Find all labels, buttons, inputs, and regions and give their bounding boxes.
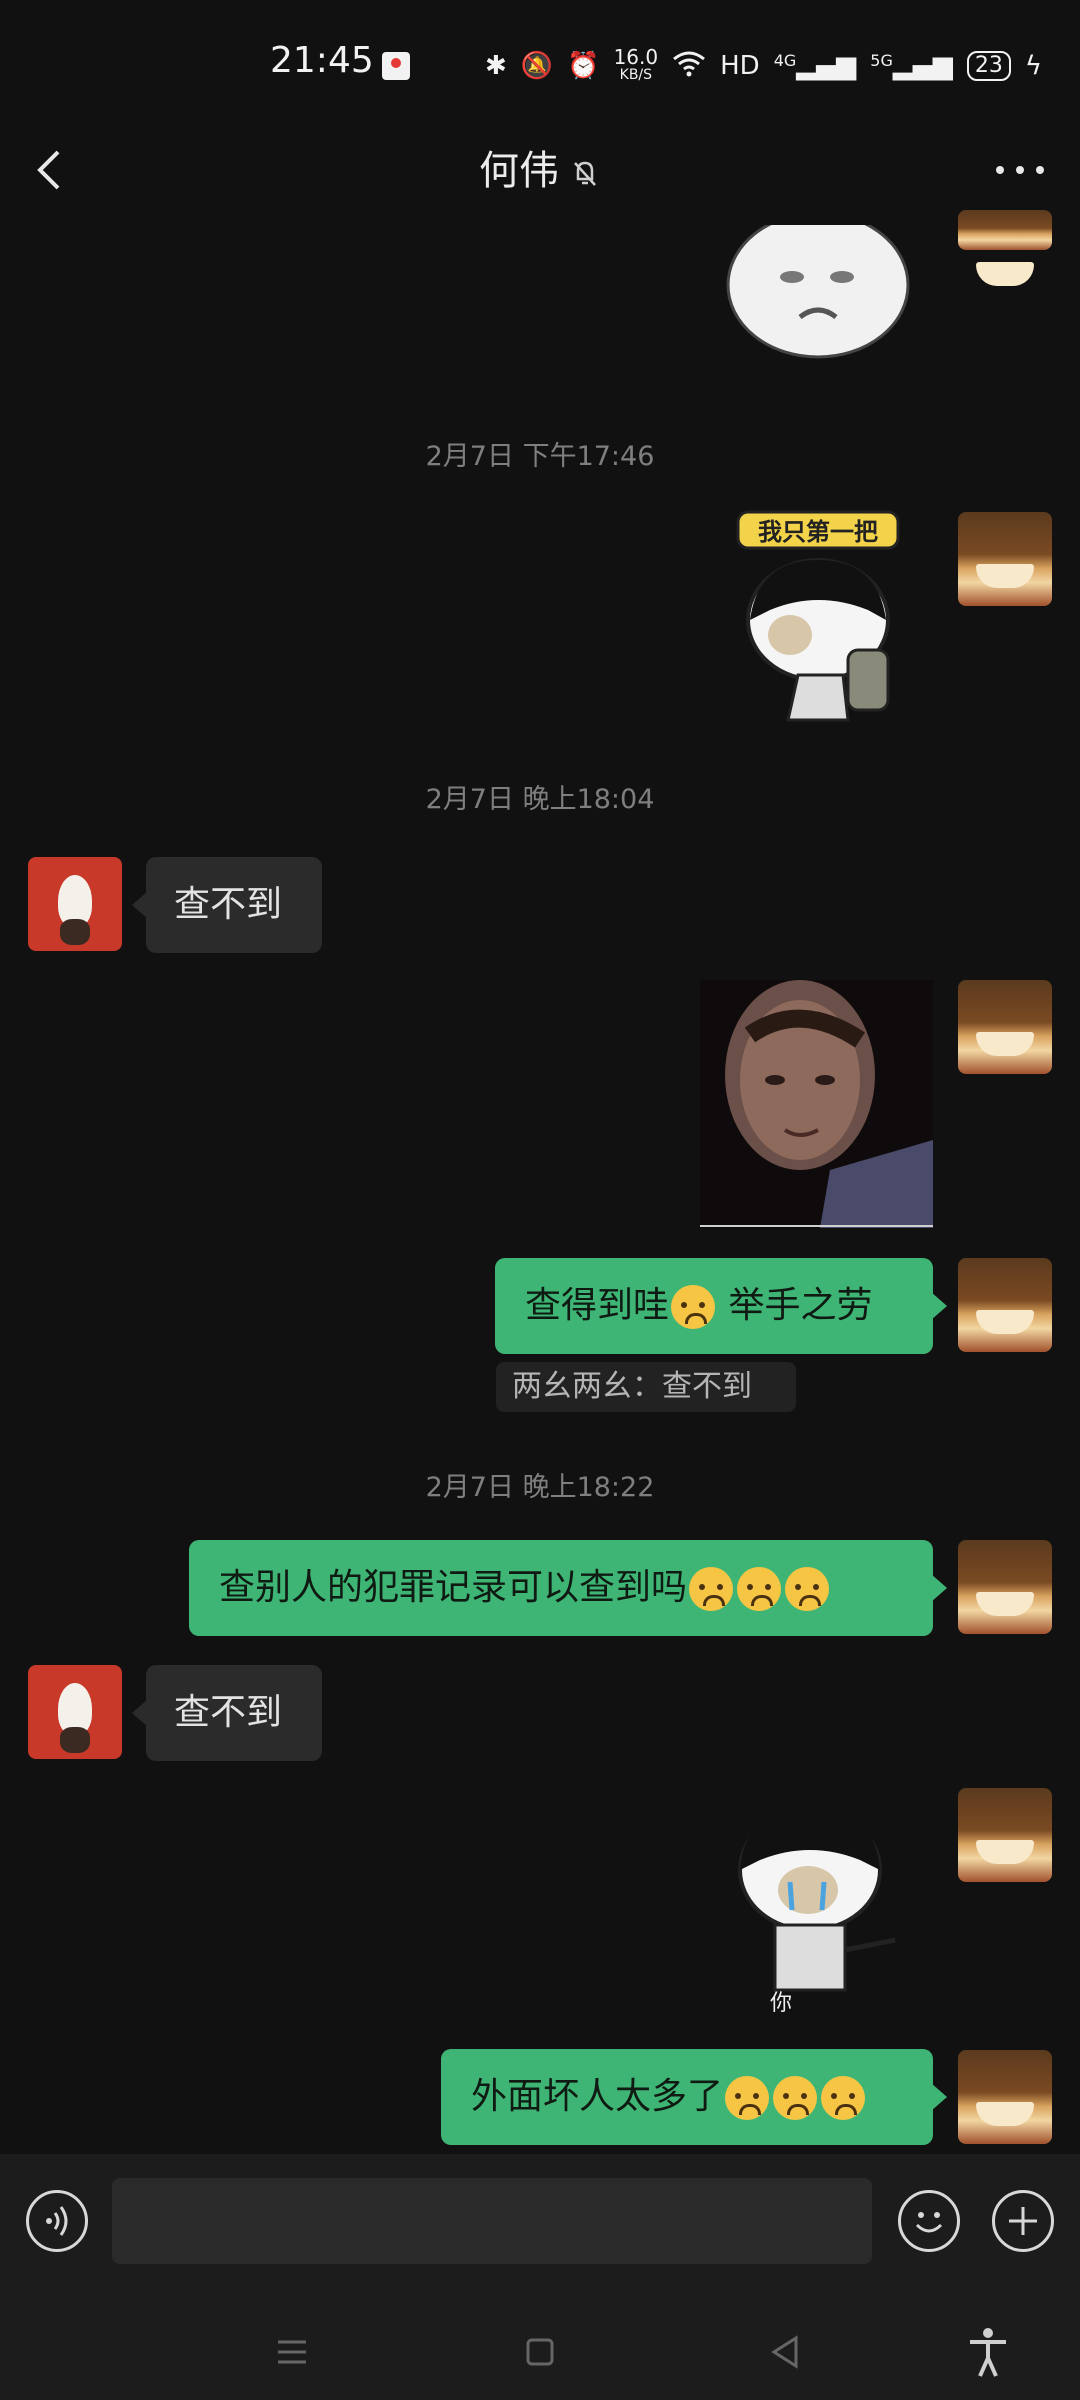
menu-icon[interactable] — [272, 2332, 312, 2372]
message-bubble-incoming[interactable]: 查不到 — [132, 857, 322, 953]
system-navigation-bar — [0, 2304, 1080, 2400]
notification-app-icon — [382, 52, 410, 80]
network-speed: 16.0 KB/S — [613, 45, 659, 83]
status-bar: 21:45 ✱ 🔕 ⏰ 16.0 KB/S HD 4G▂▄▆ 5G▂▄▆ 23 … — [0, 0, 1080, 130]
baby-face-sticker — [726, 211, 910, 359]
battery-icon: 23 — [966, 51, 1011, 81]
avatar[interactable] — [958, 2050, 1052, 2144]
more-icon — [996, 166, 1044, 174]
avatar[interactable] — [958, 512, 1052, 606]
voice-input-button[interactable] — [26, 2190, 88, 2252]
back-nav-icon[interactable] — [766, 2332, 806, 2372]
silent-icon: 🔕 — [520, 51, 554, 81]
frowning-face-emoji — [737, 1567, 782, 1611]
wifi-icon — [672, 49, 706, 84]
alarm-icon: ⏰ — [567, 51, 600, 81]
crying-man-photo — [700, 980, 933, 1228]
contact-avatar[interactable] — [28, 857, 122, 951]
message-text: 举手之劳 — [728, 1285, 873, 1326]
hd-icon: HD — [720, 51, 760, 81]
message-text: 查得到哇 — [525, 1285, 670, 1326]
sticker-caption: 我只第一把 — [758, 518, 878, 546]
avatar[interactable] — [958, 980, 1052, 1074]
signal-4g-icon: 4G▂▄▆ — [773, 51, 857, 81]
message-text: 查别人的犯罪记录可以查到吗 — [219, 1567, 688, 1608]
charging-icon: ϟ — [1024, 51, 1042, 81]
frowning-face-emoji — [689, 1567, 734, 1611]
frowning-face-emoji — [773, 2076, 818, 2120]
message-bubble-outgoing[interactable]: 外面坏人太多了 — [441, 2049, 947, 2145]
plus-icon — [1009, 2207, 1037, 2235]
signal-5g-icon: 5G▂▄▆ — [870, 51, 953, 81]
status-time: 21:45 — [270, 40, 374, 81]
voice-icon — [46, 2206, 68, 2236]
avatar[interactable] — [958, 1540, 1052, 1634]
sticker-message-2[interactable]: 我只第一把 — [718, 510, 918, 735]
pointing-mushroom-head-sticker: 你 — [738, 1808, 896, 2016]
sticker-message-3[interactable]: 你 — [720, 1790, 910, 2016]
message-bubble-outgoing[interactable]: 查得到哇 举手之劳 — [495, 1258, 947, 1354]
timestamp: 2月7日 晚上18:04 — [425, 784, 655, 815]
contact-avatar[interactable] — [28, 1665, 122, 1759]
avatar[interactable] — [958, 1258, 1052, 1352]
image-message[interactable] — [700, 980, 933, 1228]
timestamp: 2月7日 下午17:46 — [425, 441, 655, 472]
frowning-face-emoji — [725, 2076, 770, 2120]
persevering-face-emoji — [821, 2076, 866, 2120]
message-input[interactable] — [112, 2178, 872, 2264]
sticker-message-1[interactable] — [720, 211, 910, 365]
accessibility-icon[interactable] — [966, 2326, 1010, 2378]
chat-title-container: 何伟 — [0, 138, 1080, 196]
avatar[interactable] — [958, 210, 1052, 286]
crying-mushroom-head-sticker: 我只第一把 — [736, 510, 900, 722]
home-icon[interactable] — [520, 2332, 560, 2372]
persevering-face-emoji — [785, 1567, 830, 1611]
emoji-button[interactable] — [898, 2190, 960, 2252]
timestamp: 2月7日 晚上18:22 — [425, 1472, 655, 1503]
status-icons: ✱ 🔕 ⏰ 16.0 KB/S HD 4G▂▄▆ 5G▂▄▆ 23 ϟ — [485, 45, 1042, 84]
avatar[interactable] — [958, 1788, 1052, 1882]
mute-notifications-icon — [574, 161, 596, 186]
quoted-reply[interactable]: 两幺两幺：查不到 — [496, 1362, 796, 1412]
more-options-button[interactable] — [990, 150, 1050, 190]
message-bubble-outgoing[interactable]: 查别人的犯罪记录可以查到吗 — [189, 1540, 947, 1636]
smiley-icon — [915, 2212, 943, 2233]
bluetooth-icon: ✱ — [485, 51, 507, 81]
message-text: 外面坏人太多了 — [471, 2076, 724, 2117]
sticker-caption: 你 — [770, 1991, 792, 2015]
message-bubble-incoming[interactable]: 查不到 — [132, 1665, 322, 1761]
chat-title: 何伟 — [479, 148, 559, 194]
hushed-face-emoji — [671, 1285, 716, 1329]
more-functions-button[interactable] — [992, 2190, 1054, 2252]
